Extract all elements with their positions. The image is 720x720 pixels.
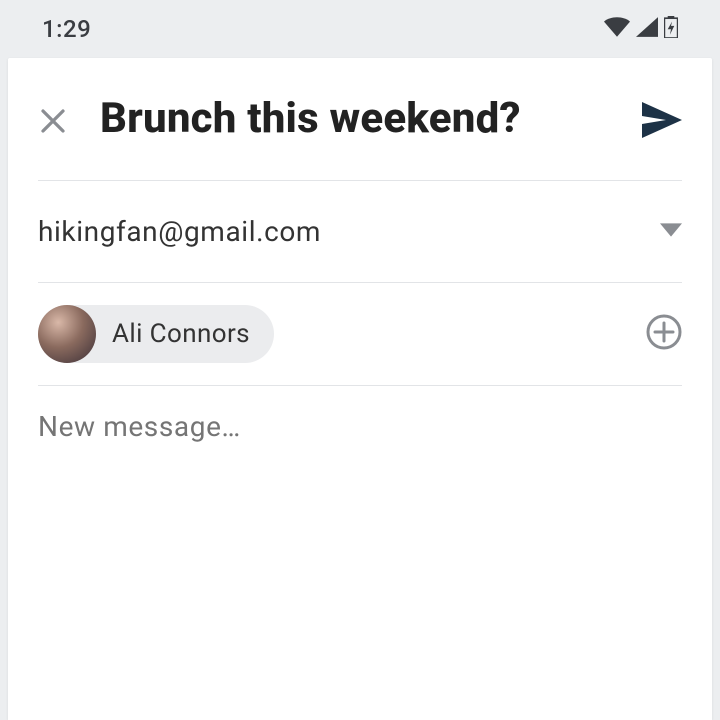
cellular-icon (636, 17, 658, 41)
from-email: hikingfan@gmail.com (38, 215, 321, 248)
wifi-icon (604, 17, 630, 41)
send-button[interactable] (642, 94, 682, 142)
status-icons (604, 16, 678, 42)
message-body-input[interactable] (38, 410, 682, 443)
message-body-area[interactable] (8, 386, 712, 720)
from-row[interactable]: hikingfan@gmail.com (8, 181, 712, 282)
compose-card: Brunch this weekend? hikingfan@gmail.com… (8, 58, 712, 720)
recipient-chip[interactable]: Ali Connors (38, 305, 274, 363)
subject-text[interactable]: Brunch this weekend? (100, 94, 610, 144)
recipient-name: Ali Connors (112, 319, 250, 349)
compose-header: Brunch this weekend? (8, 58, 712, 180)
avatar (38, 305, 96, 363)
status-bar: 1:29 (0, 0, 720, 58)
to-row: Ali Connors (8, 283, 712, 385)
status-time: 1:29 (42, 15, 91, 43)
close-button[interactable] (38, 94, 68, 140)
add-recipient-button[interactable] (646, 314, 682, 354)
battery-icon (664, 16, 678, 42)
from-dropdown-caret[interactable] (660, 222, 682, 241)
